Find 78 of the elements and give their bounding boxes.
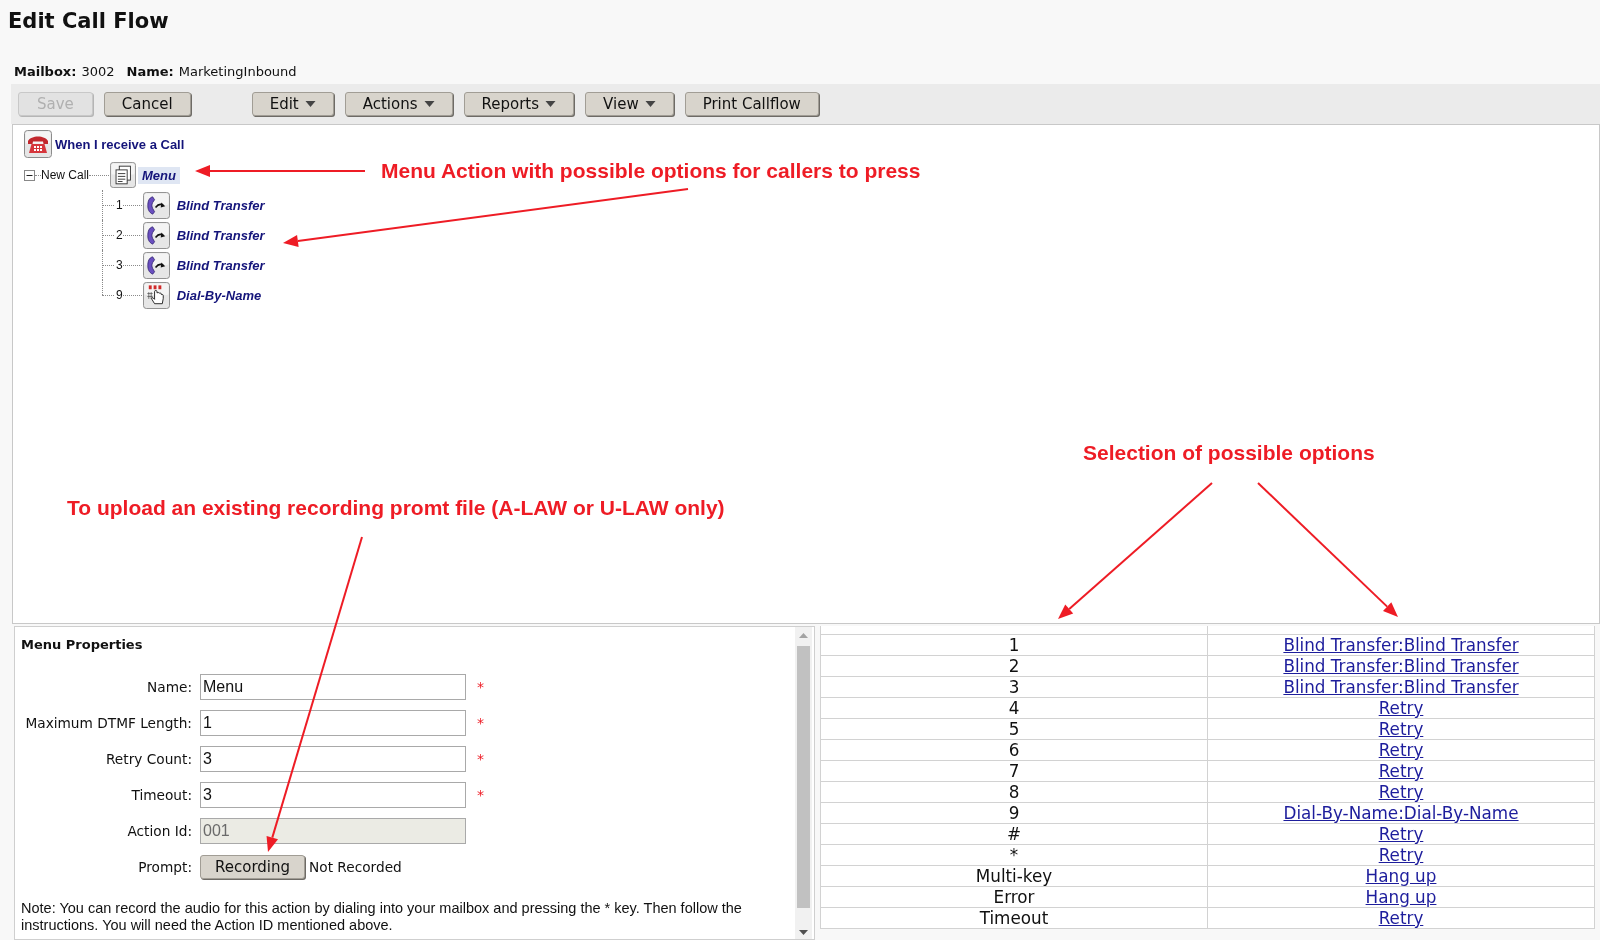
option-key-label: 3 bbox=[116, 258, 123, 272]
table-cell: Error bbox=[820, 886, 1208, 908]
caret-icon bbox=[644, 101, 656, 107]
tree-node-label[interactable]: When I receive a Call bbox=[55, 136, 185, 152]
action-link[interactable]: Retry bbox=[1378, 823, 1424, 844]
action-link[interactable]: Retry bbox=[1378, 739, 1424, 760]
table-cell: Multi-key bbox=[820, 865, 1208, 887]
option-key-label: 1 bbox=[116, 198, 123, 212]
info-label: Name: bbox=[126, 63, 174, 81]
recording-status: Not Recorded bbox=[309, 859, 402, 875]
action-link[interactable]: Hang up bbox=[1365, 886, 1437, 907]
dropdown-button[interactable]: Reports bbox=[463, 92, 575, 116]
action-link[interactable]: Retry bbox=[1378, 781, 1424, 802]
option-key-label: 9 bbox=[116, 288, 123, 302]
caret-icon bbox=[423, 101, 435, 107]
input-field[interactable]: 3 bbox=[200, 782, 466, 808]
dropdown-button[interactable]: Edit bbox=[251, 92, 334, 116]
table-cell: 2 bbox=[820, 655, 1208, 677]
info-value: MarketingInbound bbox=[178, 63, 297, 81]
telephone-icon bbox=[24, 130, 52, 158]
action-link[interactable]: Retry bbox=[1378, 844, 1424, 865]
field-label: Maximum DTMF Length: bbox=[25, 715, 192, 731]
field-label: Name: bbox=[147, 679, 192, 695]
table-cell: 9 bbox=[820, 802, 1208, 824]
field-label: Retry Count: bbox=[105, 751, 192, 767]
note-text: Note: You can record the audio for this action by dialing into your mailbox and pressing the * key. Then follow the instructions. You will need the Action ID mentioned above. bbox=[21, 900, 743, 934]
scroll-down-icon[interactable] bbox=[799, 930, 808, 935]
annotation-text: Menu Action with possible options for callers to press bbox=[381, 158, 921, 184]
action-link[interactable]: Retry bbox=[1378, 718, 1424, 739]
table-cell: 8 bbox=[820, 781, 1208, 803]
table-cell: 4 bbox=[820, 697, 1208, 719]
required-asterisk: * bbox=[477, 787, 484, 803]
document-icon[interactable] bbox=[110, 162, 136, 188]
toolbar-button[interactable]: Cancel bbox=[103, 92, 191, 116]
tree-node-label[interactable]: Menu bbox=[138, 166, 180, 184]
scrollbar[interactable] bbox=[795, 627, 812, 939]
action-link[interactable]: Retry bbox=[1378, 760, 1424, 781]
field-label: Action Id: bbox=[127, 823, 192, 839]
table-cell: # bbox=[820, 823, 1208, 845]
input-field[interactable]: Menu bbox=[200, 674, 466, 700]
required-asterisk: * bbox=[477, 715, 484, 731]
panel-title: Menu Properties bbox=[21, 636, 144, 654]
dropdown-button[interactable]: View bbox=[585, 92, 674, 116]
recording-button[interactable]: Recording bbox=[200, 855, 306, 879]
tree-node-label[interactable]: Dial-By-Name bbox=[172, 286, 266, 304]
tree-node-label[interactable]: Blind Transfer bbox=[172, 256, 269, 274]
required-asterisk: * bbox=[477, 679, 484, 695]
info-value: 3002 bbox=[81, 63, 115, 81]
action-link[interactable]: Hang up bbox=[1365, 865, 1437, 886]
tree-node-label[interactable]: Blind Transfer bbox=[172, 196, 269, 214]
table-cell: 6 bbox=[820, 739, 1208, 761]
table-cell: Timeout bbox=[820, 907, 1208, 929]
action-link[interactable]: Retry bbox=[1378, 907, 1424, 928]
toolbar-button[interactable]: Print Callflow bbox=[684, 92, 819, 116]
required-asterisk: * bbox=[477, 751, 484, 767]
table-cell: 3 bbox=[820, 676, 1208, 698]
option-key-label: 2 bbox=[116, 228, 123, 242]
input-field[interactable]: 3 bbox=[200, 746, 466, 772]
annotation-text: To upload an existing recording promt file (A-LAW or U-LAW only) bbox=[67, 495, 725, 521]
tree-node-label[interactable]: Blind Transfer bbox=[172, 226, 269, 244]
dropdown-button[interactable]: Actions bbox=[344, 92, 453, 116]
input-field[interactable]: 1 bbox=[200, 710, 466, 736]
page-title: Edit Call Flow bbox=[7, 8, 169, 35]
scrollbar-thumb[interactable] bbox=[797, 646, 810, 908]
table-cell: 1 bbox=[820, 634, 1208, 656]
hand-pointer-icon[interactable] bbox=[142, 281, 170, 309]
action-link[interactable]: Retry bbox=[1378, 697, 1424, 718]
branch-label: New Call bbox=[41, 168, 89, 182]
field-label: Timeout: bbox=[131, 787, 192, 803]
caret-icon bbox=[304, 101, 316, 107]
table-cell: 5 bbox=[820, 718, 1208, 740]
info-label: Mailbox: bbox=[14, 63, 77, 81]
collapse-icon[interactable] bbox=[24, 169, 35, 181]
caret-icon bbox=[545, 101, 557, 107]
table-cell: * bbox=[820, 844, 1208, 866]
table-cell: 7 bbox=[820, 760, 1208, 782]
annotation-text: Selection of possible options bbox=[1083, 440, 1375, 466]
field-label: Prompt: bbox=[138, 859, 192, 875]
